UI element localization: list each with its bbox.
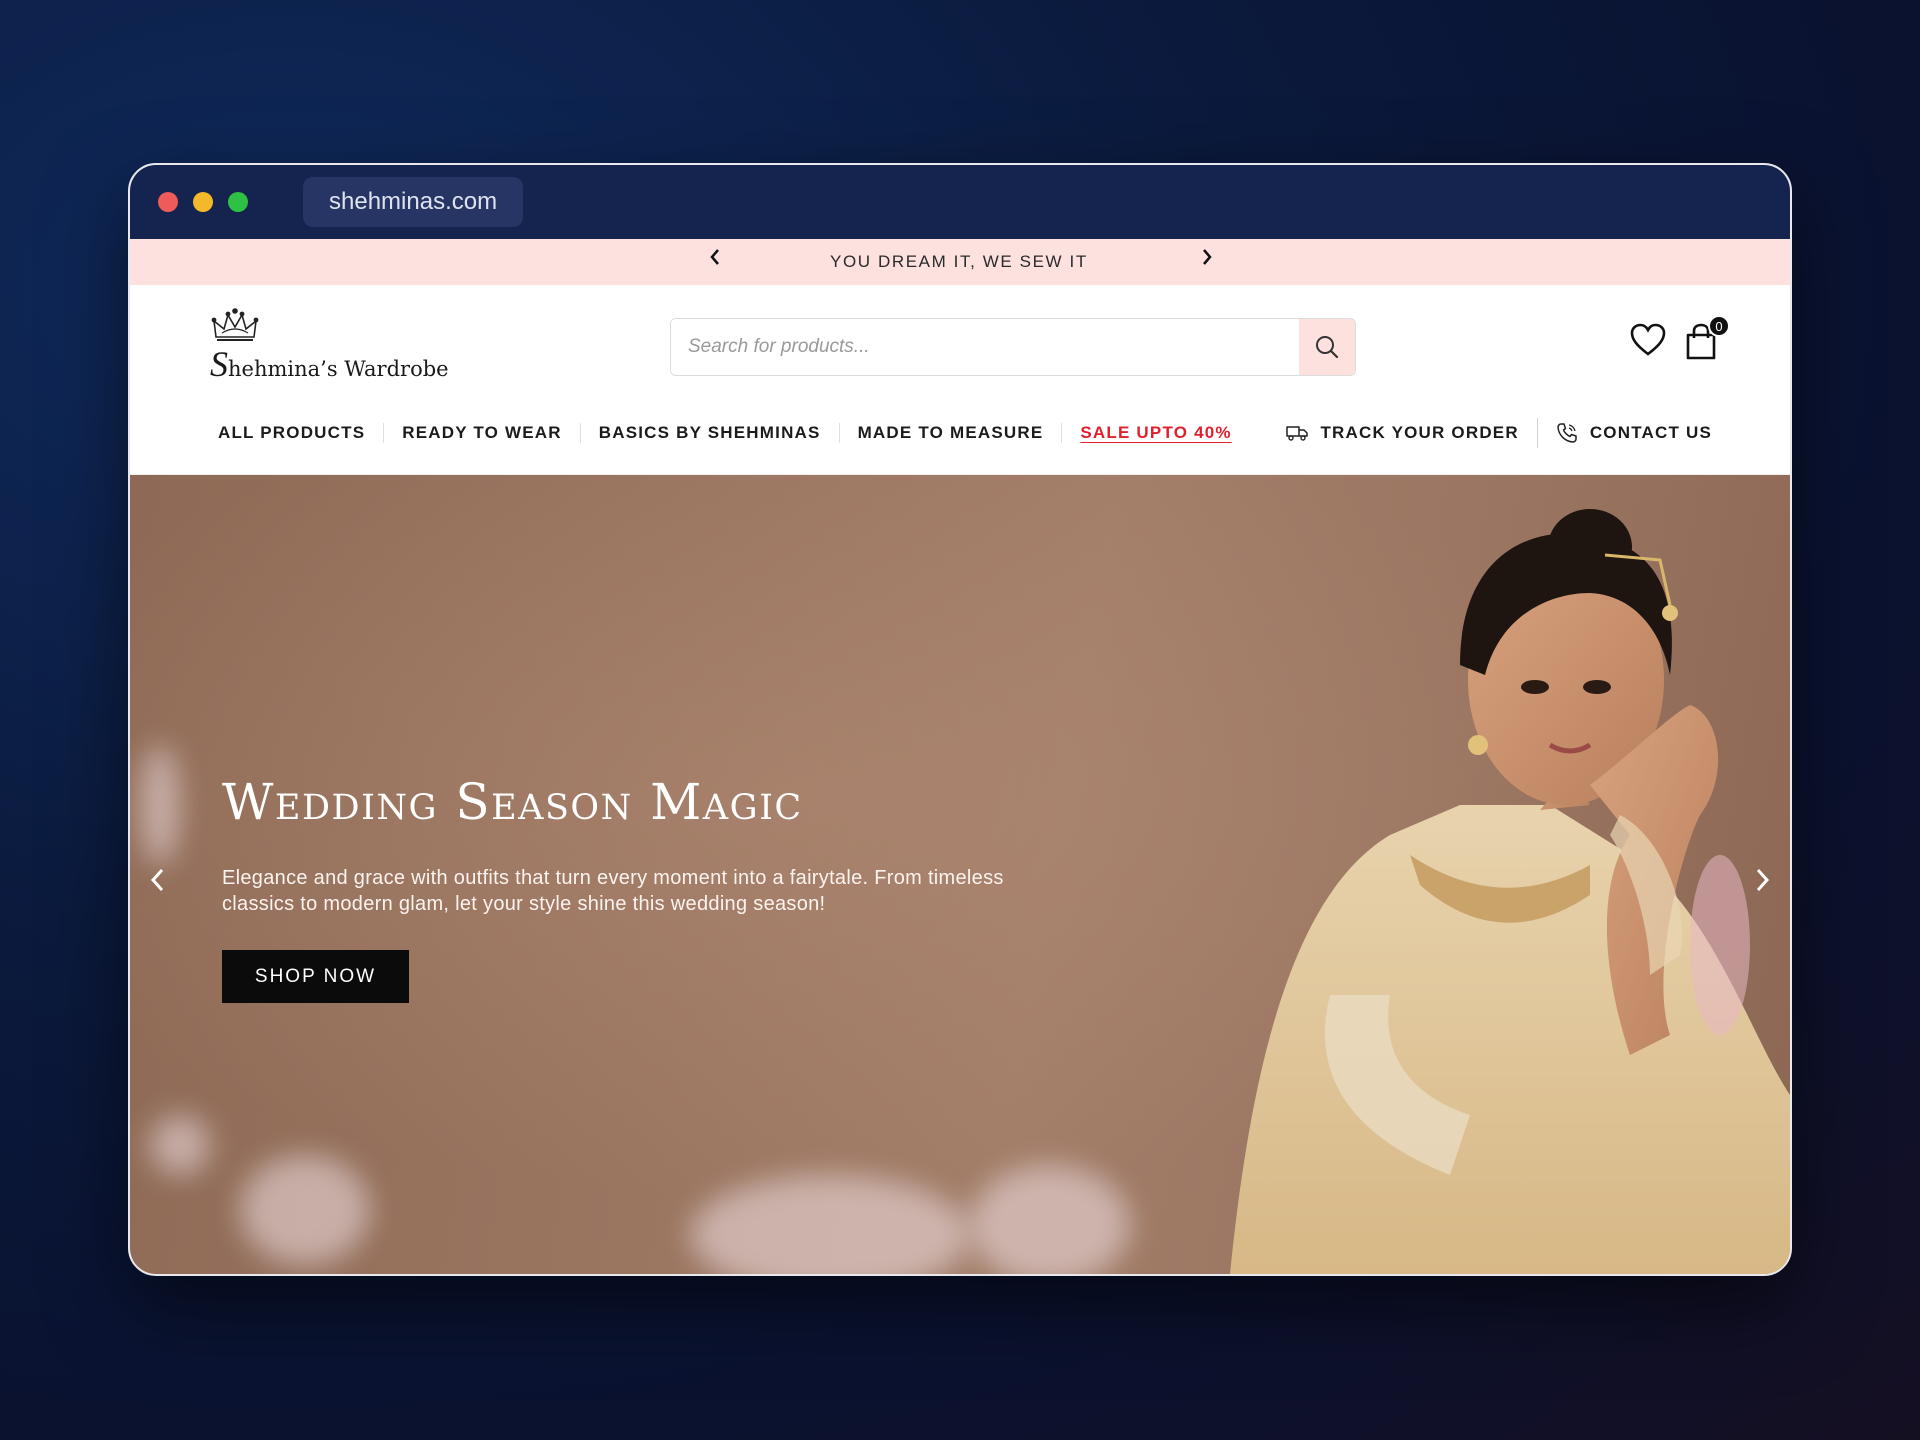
chevron-left-icon [710,249,719,265]
address-bar[interactable]: shehminas.com [303,177,524,227]
search-button[interactable] [1299,319,1355,375]
browser-window: shehminas.com YOU DREAM IT, WE SEW IT Sh… [128,163,1792,1276]
nav-item-ready-to-wear[interactable]: READY TO WEAR [384,423,581,443]
nav-item-basics-by-shehminas[interactable]: BASICS BY SHEHMINAS [581,423,840,443]
announcement-prev-button[interactable] [708,247,722,273]
wishlist-button[interactable] [1630,323,1670,363]
hero-next-button[interactable] [1752,865,1772,904]
hero-bokeh-decoration [240,1155,370,1265]
chevron-left-icon [150,868,164,892]
crown-icon [211,308,259,341]
maximize-window-button[interactable] [228,192,248,212]
phone-icon [1557,423,1577,443]
cart-count-badge: 0 [1708,315,1730,337]
nav-item-sale[interactable]: SALE UPTO 40% [1062,423,1249,443]
contact-us-link[interactable]: CONTACT US [1538,422,1730,444]
delivery-truck-icon [1286,426,1309,441]
announcement-next-button[interactable] [1200,247,1214,273]
close-window-button[interactable] [158,192,178,212]
hero-bokeh-decoration [140,745,180,865]
logo-text: Shehmina’s Wardrobe [210,344,449,384]
hero-banner: Wedding Season Magic Elegance and grace … [130,475,1790,1274]
search-bar [670,318,1356,376]
header-icons: 0 [1630,315,1730,363]
chevron-right-icon [1203,249,1212,265]
chevron-right-icon [1756,868,1770,892]
announcement-text: YOU DREAM IT, WE SEW IT [830,252,1088,271]
nav-item-made-to-measure[interactable]: MADE TO MEASURE [840,423,1063,443]
site-header: Shehmina’s Wardrobe Search for products.… [130,285,1790,475]
cart-button[interactable]: 0 [1684,315,1730,363]
heart-icon [1630,323,1666,356]
nav-utility-links: TRACK YOUR ORDER CONTACT US [1268,418,1730,448]
track-order-link[interactable]: TRACK YOUR ORDER [1268,423,1536,443]
announcement-bar: YOU DREAM IT, WE SEW IT [130,239,1790,285]
track-order-label: TRACK YOUR ORDER [1320,423,1519,442]
model-photo [1230,509,1790,1274]
main-nav: ALL PRODUCTS READY TO WEAR BASICS BY SHE… [200,413,1730,453]
hero-description: Elegance and grace with outfits that tur… [222,867,1004,915]
hero-prev-button[interactable] [148,865,168,904]
hero-bokeh-decoration [150,1115,210,1175]
minimize-window-button[interactable] [193,192,213,212]
site-logo[interactable]: Shehmina’s Wardrobe [210,307,480,387]
browser-titlebar: shehminas.com [130,165,1790,239]
search-icon [1316,336,1339,359]
shop-now-button[interactable]: SHOP NOW [222,950,409,1003]
nav-item-all-products[interactable]: ALL PRODUCTS [200,423,385,443]
hero-title: Wedding Season Magic [222,773,803,831]
contact-us-label: CONTACT US [1589,423,1712,442]
search-input[interactable] [671,319,1299,375]
